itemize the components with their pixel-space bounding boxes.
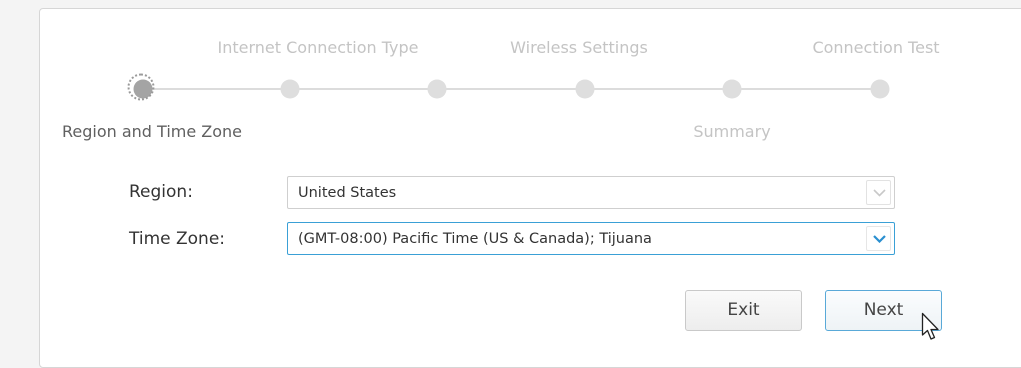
- chevron-down-icon: [873, 235, 886, 243]
- progress-track: [143, 88, 880, 90]
- region-select[interactable]: United States: [287, 176, 895, 209]
- step-label-internet-connection-type: Internet Connection Type: [217, 38, 419, 57]
- timezone-label: Time Zone:: [129, 229, 226, 249]
- region-dropdown-button[interactable]: [866, 180, 891, 205]
- step-label-connection-test: Connection Test: [812, 38, 940, 57]
- exit-button[interactable]: Exit: [685, 290, 802, 331]
- step-dot-step-3: [427, 79, 447, 99]
- chevron-down-icon: [873, 189, 886, 197]
- step-dot-region-timezone: [127, 73, 155, 101]
- step-dot-summary: [722, 79, 742, 99]
- timezone-select[interactable]: (GMT-08:00) Pacific Time (US & Canada); …: [287, 222, 895, 255]
- step-dot-internet-connection-type: [280, 79, 300, 99]
- timezone-dropdown-button[interactable]: [866, 226, 891, 251]
- step-label-summary: Summary: [693, 122, 771, 141]
- step-label-region-timezone: Region and Time Zone: [61, 122, 243, 141]
- next-button[interactable]: Next: [825, 290, 942, 331]
- region-label: Region:: [129, 182, 193, 202]
- step-label-wireless-settings: Wireless Settings: [510, 38, 648, 57]
- step-dot-wireless-settings: [575, 79, 595, 99]
- region-select-value: United States: [298, 185, 397, 201]
- timezone-select-value: (GMT-08:00) Pacific Time (US & Canada); …: [298, 231, 652, 247]
- step-dot-connection-test: [870, 79, 890, 99]
